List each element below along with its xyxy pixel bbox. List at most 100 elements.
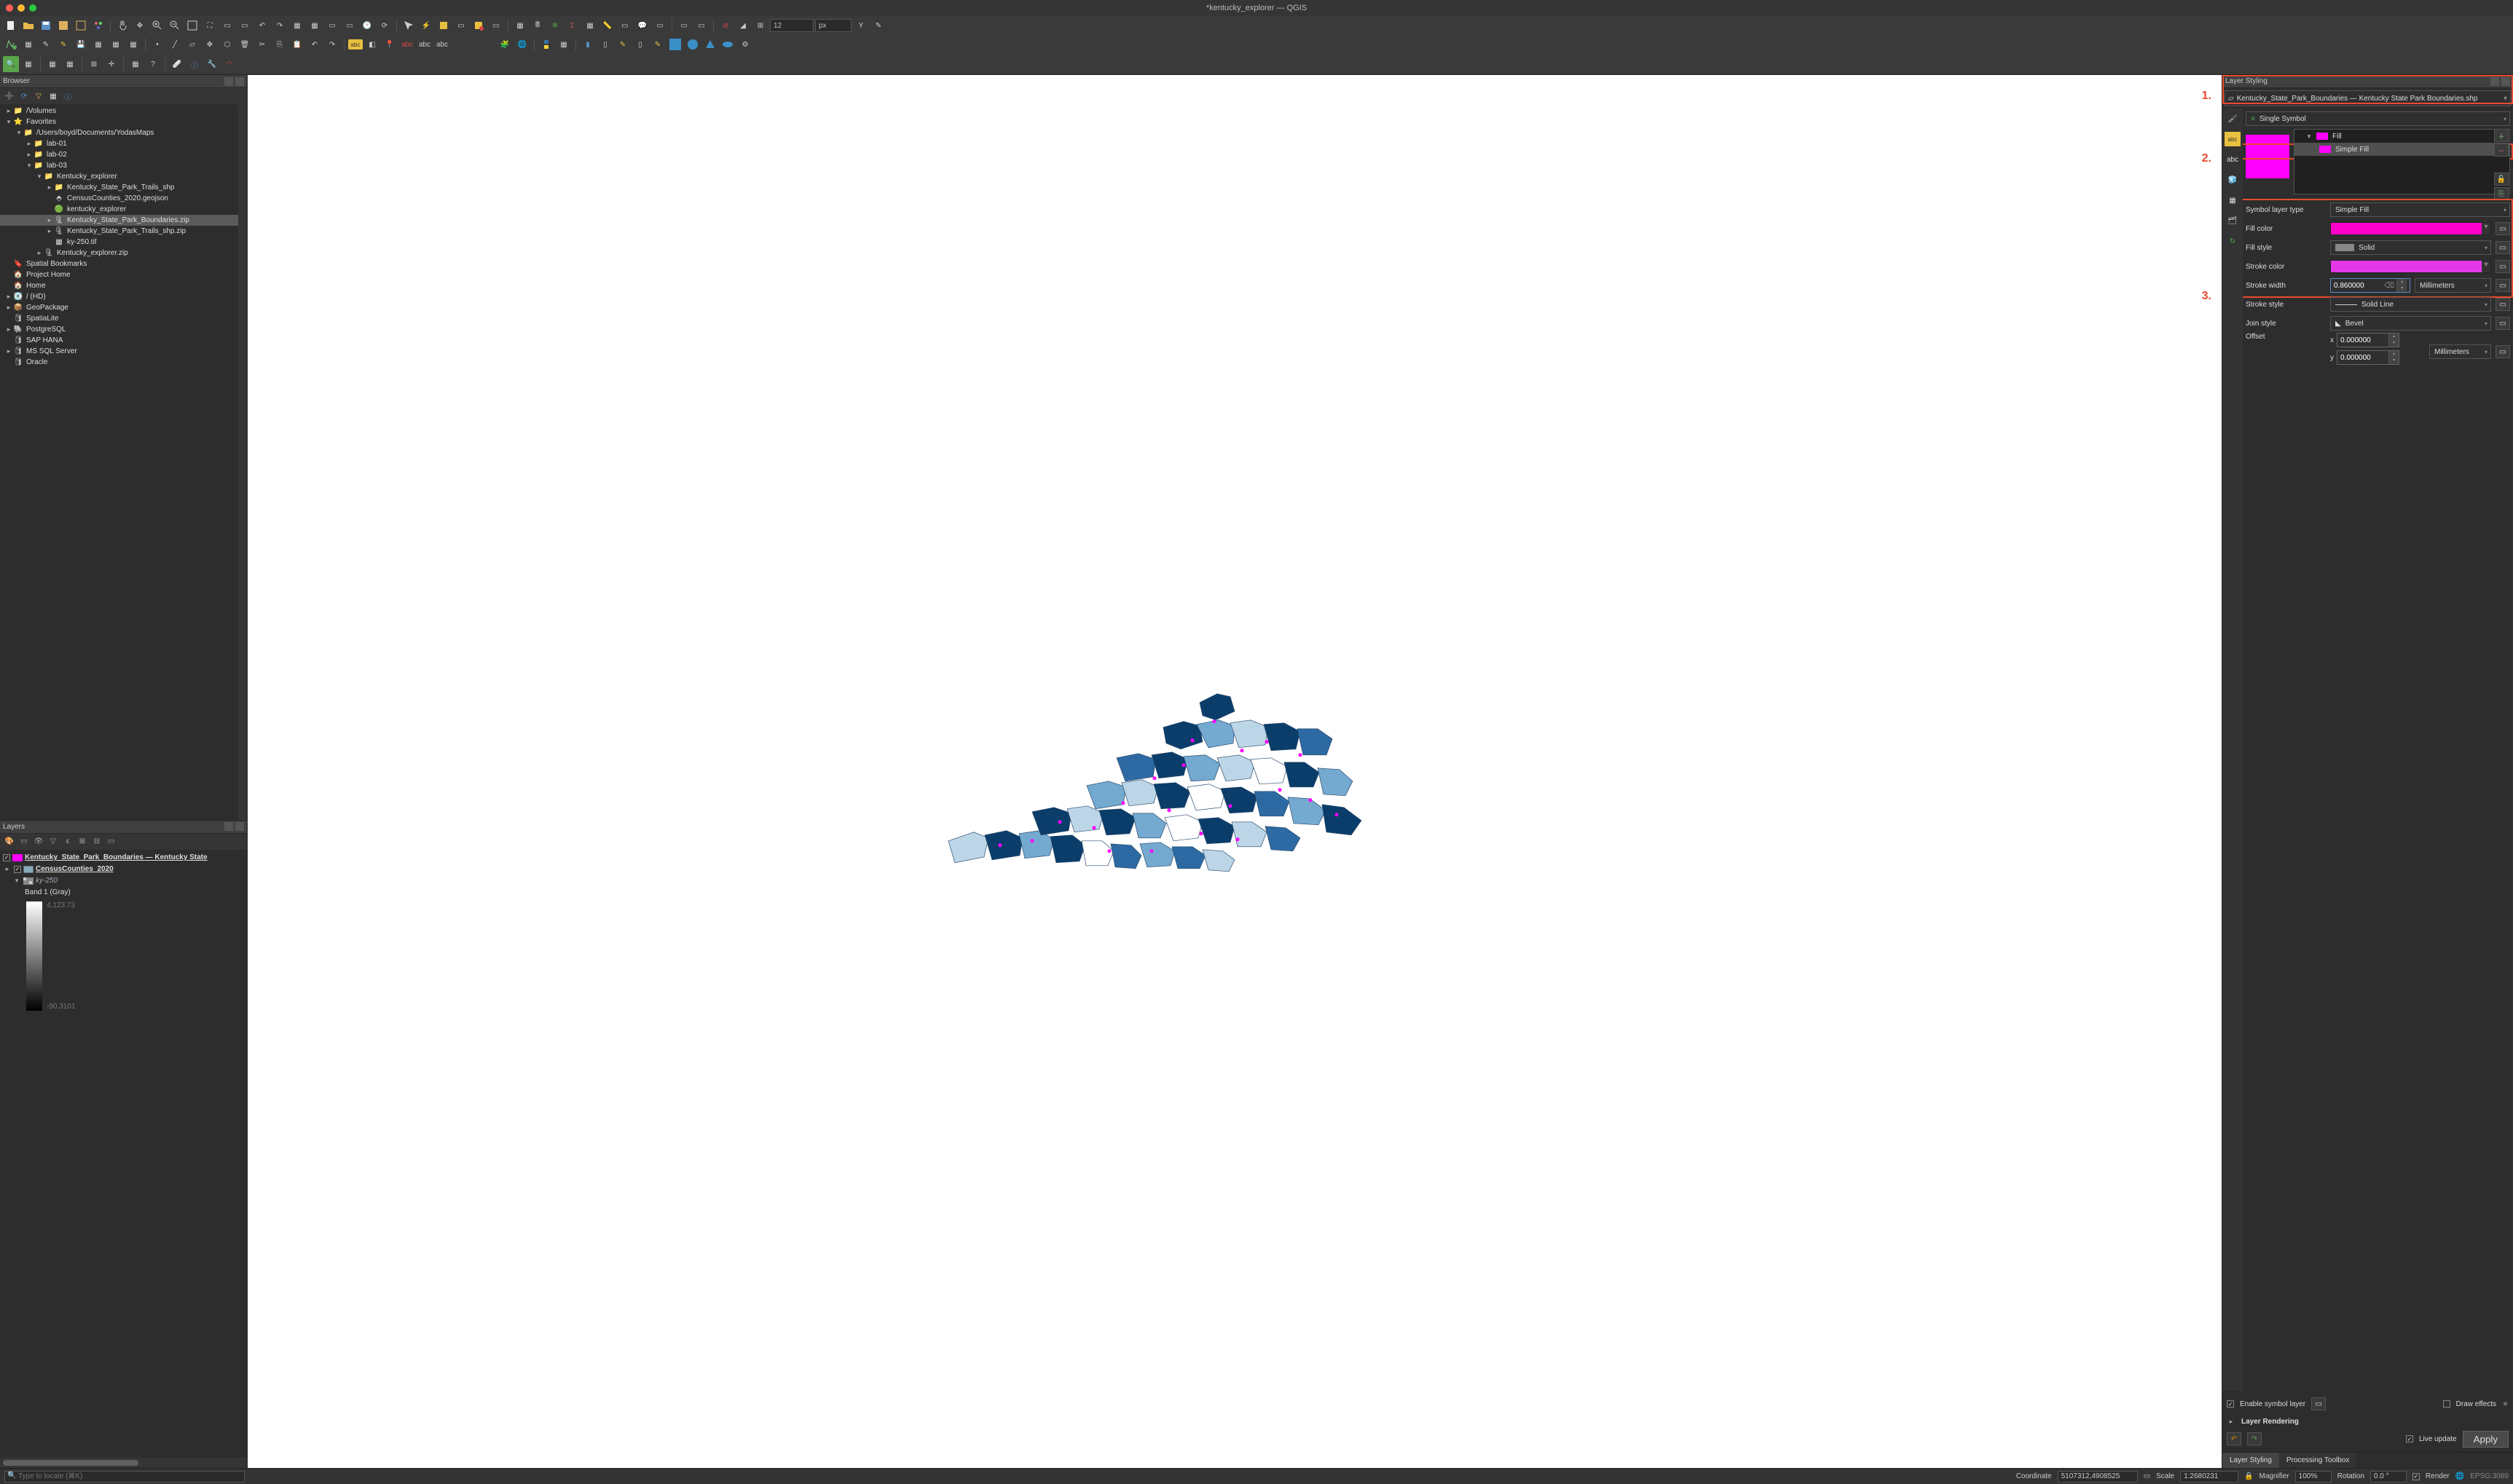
expand-icon[interactable]: ▸ [25,140,34,148]
toggle-editing-icon[interactable]: ✎ [55,36,71,52]
georeferencer-icon[interactable]: ▦ [125,36,141,52]
undo-tab-icon[interactable]: ↻ [2225,234,2240,248]
collapse-icon[interactable]: ▾ [2305,133,2313,141]
deselect-icon[interactable] [471,17,487,33]
rotate-label-icon[interactable]: abc [434,36,450,52]
add-symbol-layer-button[interactable]: ＋ [2494,129,2509,142]
action-icon[interactable]: ⚡ [418,17,434,33]
symbol-layer-type-selector[interactable]: Simple Fill▾ [2330,202,2510,217]
zoom-in-icon[interactable] [149,17,165,33]
layout-manager-icon[interactable] [73,17,89,33]
browser-item[interactable]: ▸📁lab-01 [0,138,238,149]
expand-icon[interactable]: ▸ [3,865,12,873]
edit-brush-icon[interactable]: ✎ [615,36,631,52]
remove-layer-icon[interactable]: ▭ [106,837,117,847]
panel-undock-icon[interactable] [224,822,233,831]
browser-item[interactable]: ▸💽/ (HD) [0,291,238,302]
web-icon[interactable]: 🌐 [514,36,530,52]
field-calc-icon[interactable]: 🖩 [530,17,546,33]
zoom-full-icon[interactable] [184,17,200,33]
tile-3-icon[interactable] [702,36,718,52]
panel-close-icon[interactable] [2501,77,2510,86]
wrench-icon[interactable]: 🔧 [204,56,220,72]
pan-icon[interactable] [114,17,130,33]
map-canvas[interactable]: 1. 2. 3. [248,75,2222,1468]
georef-icon[interactable]: ▦ [127,56,143,72]
layer-visibility-checkbox[interactable]: ✓ [14,866,21,873]
tool-z-icon[interactable]: ✎ [870,17,886,33]
browser-item[interactable]: ▸📦GeoPackage [0,302,238,313]
first-aid-icon[interactable]: 🩹 [169,56,185,72]
layer-row[interactable]: ▾ ky-250 [3,875,244,887]
symbology-tab-icon[interactable]: 🖌 [2225,111,2240,126]
offset-x-input[interactable]: ▴▾ [2337,333,2399,347]
scale-field[interactable]: 1:2680231 [2180,1471,2238,1483]
browser-item[interactable]: 🏠Home [0,280,238,291]
help-button-icon[interactable]: ? [145,56,161,72]
osm-tool-icon[interactable]: ▦ [20,56,36,72]
expand-icon[interactable]: ▾ [15,129,23,137]
open-project-icon[interactable] [20,17,36,33]
symbol-layer-tree[interactable]: ▾ Fill Simple Fill [2294,129,2510,194]
digitize-poly-icon[interactable]: ▱ [184,36,200,52]
expand-icon[interactable]: ▸ [25,151,34,159]
expand-icon[interactable]: ▾ [25,162,34,170]
crs-label[interactable]: EPSG:3089 [2470,1472,2509,1480]
undo-icon[interactable]: ↶ [307,36,323,52]
duplicate-symbol-button[interactable]: ⎘ [2494,187,2509,200]
style-manager-icon[interactable] [90,17,106,33]
tile-1-icon[interactable] [667,36,683,52]
symbol-tree-fill[interactable]: ▾ Fill [2294,130,2509,143]
plugin-manager-icon[interactable]: 🧩 [497,36,513,52]
live-update-checkbox[interactable]: ✓ [2406,1435,2413,1442]
identify-icon[interactable] [401,17,417,33]
new-bookmark-icon[interactable]: ▭ [324,17,340,33]
maptips-icon[interactable]: 💬 [634,17,650,33]
layer-styling-icon[interactable]: 🎨 [4,837,15,847]
rotation-field[interactable]: 0.0 ° [2370,1471,2407,1483]
label-tool-icon[interactable]: abc [348,39,363,50]
minimize-window-button[interactable] [17,4,25,12]
browser-item[interactable]: ▸🐘PostgreSQL [0,324,238,335]
clear-icon[interactable]: ⌫ [2382,282,2396,290]
cut-icon[interactable]: ✂ [254,36,270,52]
browser-item[interactable]: 🛢Oracle [0,357,238,368]
diagram-icon[interactable]: ▭ [693,17,709,33]
expand-icon[interactable]: ▾ [12,877,21,885]
zoom-next-icon[interactable]: ↷ [272,17,288,33]
add-vector-icon[interactable] [3,36,19,52]
refresh-icon[interactable]: ⟳ [377,17,393,33]
browser-item[interactable]: ▸🗜Kentucky_State_Park_Boundaries.zip [0,215,238,226]
expand-all-icon[interactable]: ⊞ [77,837,87,847]
mesh-2-icon[interactable]: ▦ [62,56,78,72]
delete-icon[interactable]: 🗑 [237,36,253,52]
properties-icon[interactable]: ⓘ [63,91,73,101]
stroke-width-input[interactable]: ⌫ ▴▾ [2330,278,2410,293]
zoom-out-icon[interactable] [167,17,183,33]
3d-tab-icon[interactable]: 🧊 [2225,173,2240,187]
labels-tab-icon[interactable]: abc [2225,132,2241,146]
data-source-icon[interactable]: ▦ [108,36,124,52]
stroke-width-unit-selector[interactable]: Millimeters▾ [2415,278,2491,293]
datadefined-button[interactable]: ▭ [2496,317,2510,330]
render-checkbox[interactable]: ✓ [2412,1473,2420,1480]
locator-input[interactable] [4,1471,245,1483]
color-tool-icon[interactable]: ▦ [556,36,572,52]
browser-item[interactable]: ▾⭐Favorites [0,117,238,127]
extents-icon[interactable]: ▭ [2144,1472,2150,1480]
expand-icon[interactable]: ▸ [2227,1418,2235,1426]
expand-icon[interactable]: ▾ [35,173,44,181]
renderer-selector[interactable]: ≡ Single Symbol ▾ [2246,111,2510,126]
add-feature-icon[interactable]: ▦ [90,36,106,52]
add-layer-icon[interactable]: ➕ [4,91,15,101]
move-feature-icon[interactable]: ✥ [202,36,218,52]
browser-item[interactable]: 🛢SpatiaLite [0,313,238,324]
layer-visibility-checkbox[interactable]: ✓ [3,854,10,861]
settings-icon[interactable]: ⚙ [737,36,753,52]
undo-style-button[interactable]: ↶ [2227,1432,2241,1445]
new-project-icon[interactable] [3,17,19,33]
tool-x3-icon[interactable]: ✎ [650,36,666,52]
browser-item[interactable]: ▦ky-250.tif [0,237,238,248]
expand-icon[interactable]: ▸ [45,227,54,235]
filter-browser-icon[interactable]: ▽ [34,91,44,101]
